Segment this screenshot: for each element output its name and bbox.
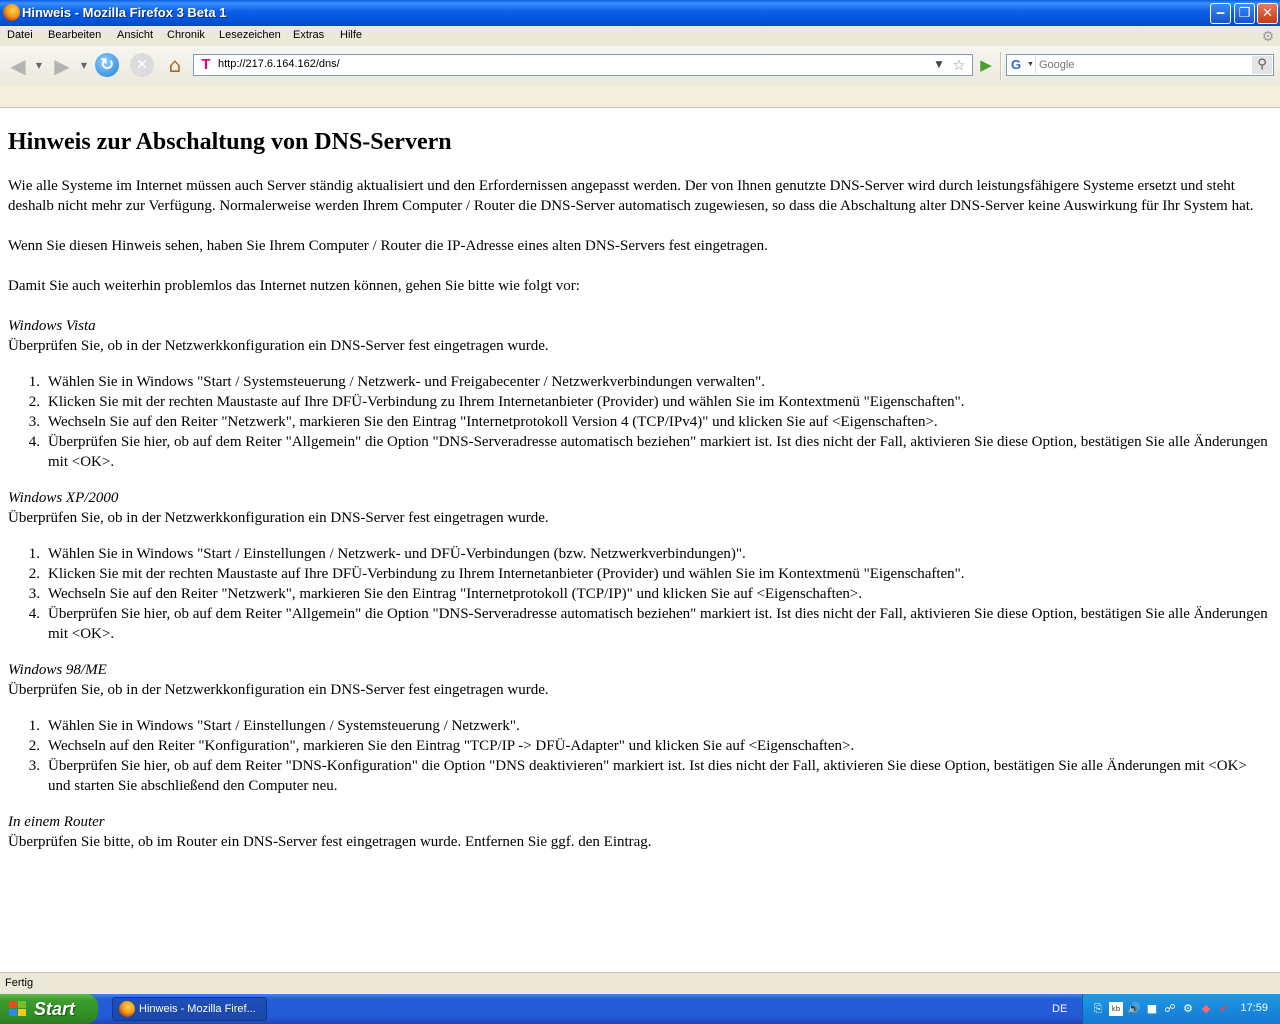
menu-bearbeiten[interactable]: Bearbeiten xyxy=(48,29,101,41)
instructions-paragraph: Damit Sie auch weiterhin problemlos das … xyxy=(8,278,580,294)
forward-history-dropdown[interactable]: ▼ xyxy=(79,54,89,78)
system-tray: ⎘ kb 🔊 ■ ☍ ⚙ ◆ ✔ 17:59 xyxy=(1082,994,1280,1024)
back-history-dropdown[interactable]: ▼ xyxy=(34,54,44,78)
section-title: Windows Vista xyxy=(8,318,96,334)
section-windows-98: Windows 98/ME Überprüfen Sie, ob in der … xyxy=(8,660,1270,700)
menu-chronik[interactable]: Chronik xyxy=(167,29,205,41)
reload-button[interactable]: ↻ xyxy=(95,53,119,77)
menu-lesezeichen[interactable]: Lesezeichen xyxy=(219,29,281,41)
list-item: 1. Wählen Sie in Windows "Start / Systems… xyxy=(28,374,765,390)
title-bar: Hinweis - Mozilla Firefox 3 Beta 1 ‒ ❐ ✕ xyxy=(0,0,1280,26)
chevron-down-icon: ▼ xyxy=(1027,61,1034,68)
list-item: 3. Wechseln Sie auf den Reiter "Netzwerk"… xyxy=(28,586,863,602)
list-item: 1. Wählen Sie in Windows "Start / Einstel… xyxy=(28,718,520,734)
toolbar-separator xyxy=(1000,52,1002,80)
steps-list-98: 1. Wählen Sie in Windows "Start / Einstel… xyxy=(8,716,1270,796)
list-item: 2. Wechseln auf den Reiter "Konfiguration… xyxy=(28,738,855,754)
section-router: In einem Router Überprüfen Sie bitte, ob… xyxy=(8,812,1270,852)
back-button[interactable]: ◀ xyxy=(6,54,30,78)
list-item: 3. Wechseln Sie auf den Reiter "Netzwerk"… xyxy=(28,414,938,430)
firefox-icon xyxy=(119,1001,135,1017)
forward-button[interactable]: ▶ xyxy=(50,54,74,78)
window-title: Hinweis - Mozilla Firefox 3 Beta 1 xyxy=(22,5,227,20)
url-text[interactable]: http://217.6.164.162/dns/ xyxy=(218,58,340,70)
url-history-dropdown-icon[interactable]: ▼ xyxy=(932,55,946,75)
section-windows-xp: Windows XP/2000 Überprüfen Sie, ob in de… xyxy=(8,488,1270,528)
firefox-icon xyxy=(3,4,20,21)
activity-throbber-icon: ⚙ xyxy=(1261,28,1275,44)
bookmark-star-icon[interactable]: ☆ xyxy=(949,55,969,75)
minimize-button[interactable]: ‒ xyxy=(1210,3,1231,24)
menu-ansicht[interactable]: Ansicht xyxy=(117,29,153,41)
menu-hilfe[interactable]: Hilfe xyxy=(340,29,362,41)
notice-paragraph: Wenn Sie diesen Hinweis sehen, haben Sie… xyxy=(8,238,768,254)
search-icon[interactable]: ⚲ xyxy=(1252,56,1272,74)
list-item: 2. Klicken Sie mit der rechten Maustaste … xyxy=(28,566,965,582)
page-heading: Hinweis zur Abschaltung von DNS-Servern xyxy=(8,129,452,155)
security-icon[interactable]: ■ xyxy=(1145,1002,1159,1016)
section-lead: Überprüfen Sie bitte, ob im Router ein D… xyxy=(8,834,652,850)
language-indicator[interactable]: DE xyxy=(1052,1003,1067,1015)
steps-list-xp: 1. Wählen Sie in Windows "Start / Einstel… xyxy=(8,544,1270,644)
connection-icon[interactable]: ☍ xyxy=(1163,1002,1177,1016)
status-bar: Fertig xyxy=(0,972,1280,994)
update-icon[interactable]: ✔ xyxy=(1217,1002,1231,1016)
google-icon: G xyxy=(1011,57,1022,72)
network-icon[interactable]: ⎘ xyxy=(1091,1002,1105,1016)
taskbar-item-label: Hinweis - Mozilla Firef... xyxy=(139,1003,256,1015)
section-lead: Überprüfen Sie, ob in der Netzwerkkonfig… xyxy=(8,682,549,698)
list-item: 4. Überprüfen Sie hier, ob auf dem Reiter… xyxy=(28,434,1268,470)
menu-extras[interactable]: Extras xyxy=(293,29,324,41)
intro-paragraph: Wie alle Systeme im Internet müssen auch… xyxy=(8,178,1254,214)
section-lead: Überprüfen Sie, ob in der Netzwerkkonfig… xyxy=(8,338,549,354)
stop-button[interactable]: ✕ xyxy=(130,53,154,77)
navigation-toolbar: ◀ ▼ ▶ ▼ ↻ ✕ ⌂ T http://217.6.164.162/dns… xyxy=(0,46,1280,86)
taskbar: Start Hinweis - Mozilla Firef... DE ⎘ kb… xyxy=(0,994,1280,1024)
section-lead: Überprüfen Sie, ob in der Netzwerkkonfig… xyxy=(8,510,549,526)
address-bar[interactable]: T http://217.6.164.162/dns/ ▼ ☆ xyxy=(193,54,973,76)
list-item: 2. Klicken Sie mit der rechten Maustaste … xyxy=(28,394,965,410)
taskbar-item-firefox[interactable]: Hinweis - Mozilla Firef... xyxy=(112,997,267,1021)
close-button[interactable]: ✕ xyxy=(1257,3,1278,24)
go-button[interactable]: ▶ xyxy=(976,55,996,75)
home-button[interactable]: ⌂ xyxy=(164,54,186,76)
site-favicon-icon: T xyxy=(201,56,211,73)
windows-logo-icon xyxy=(9,1001,27,1017)
list-item: 3. Überprüfen Sie hier, ob auf dem Reiter… xyxy=(28,758,1247,794)
status-text: Fertig xyxy=(5,977,34,989)
section-windows-vista: Windows Vista Überprüfen Sie, ob in der … xyxy=(8,316,1270,356)
maximize-button[interactable]: ❐ xyxy=(1234,3,1255,24)
page-content: Hinweis zur Abschaltung von DNS-Servern … xyxy=(0,109,1280,972)
list-item: 1. Wählen Sie in Windows "Start / Einstel… xyxy=(28,546,746,562)
list-item: 4. Überprüfen Sie hier, ob auf dem Reiter… xyxy=(28,606,1268,642)
section-title: Windows 98/ME xyxy=(8,662,107,678)
section-title: Windows XP/2000 xyxy=(8,490,119,506)
clock[interactable]: 17:59 xyxy=(1240,1002,1268,1014)
volume-icon[interactable]: 🔊 xyxy=(1127,1002,1141,1016)
settings-icon[interactable]: ⚙ xyxy=(1181,1002,1195,1016)
search-engine-selector[interactable]: G ▼ xyxy=(1008,56,1036,74)
section-title: In einem Router xyxy=(8,814,105,830)
menu-datei[interactable]: Datei xyxy=(7,29,33,41)
steps-list-vista: 1. Wählen Sie in Windows "Start / Systems… xyxy=(8,372,1270,472)
menu-bar: Datei Bearbeiten Ansicht Chronik Lesezei… xyxy=(0,26,1280,46)
search-input[interactable] xyxy=(1039,57,1245,73)
bookmarks-toolbar xyxy=(0,86,1280,108)
search-bar: G▼ ⚲ xyxy=(1006,54,1274,76)
start-label: Start xyxy=(34,999,76,1019)
keyboard-icon[interactable]: kb xyxy=(1109,1002,1123,1016)
antivirus-icon[interactable]: ◆ xyxy=(1199,1002,1213,1016)
start-button[interactable]: Start xyxy=(0,994,98,1024)
